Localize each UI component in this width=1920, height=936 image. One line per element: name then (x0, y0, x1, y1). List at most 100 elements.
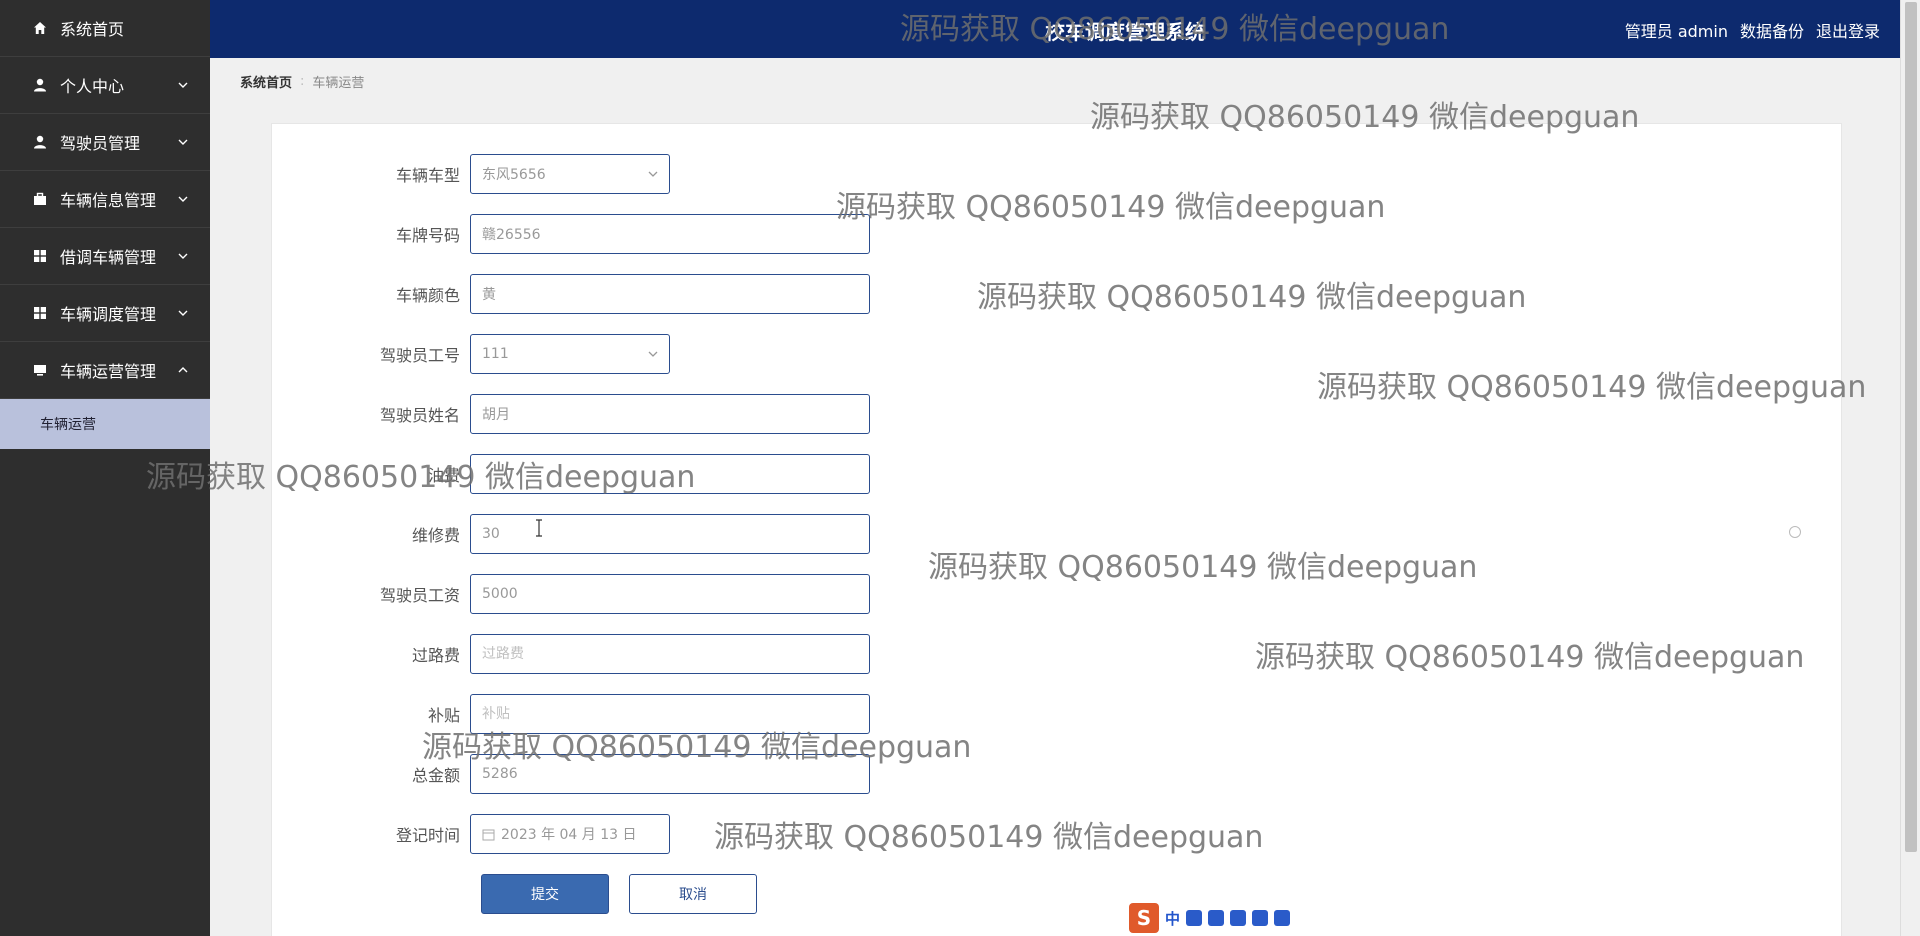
toolbox-icon[interactable] (1274, 910, 1291, 926)
form-row-subsidy: 补贴 (300, 694, 870, 734)
driver-salary-wrap (470, 574, 870, 614)
form-row-vehicle-color: 车辆颜色 (300, 274, 870, 314)
driver-name-input[interactable] (482, 406, 869, 422)
sidebar: 系统首页 个人中心 驾驶员管理 车辆信息管理 借调车辆管理 车辆调度管理 车辆运… (0, 0, 210, 936)
toll-fee-input[interactable] (482, 646, 869, 662)
text-cursor-icon (536, 519, 542, 537)
form-row-toll-fee: 过路费 (300, 634, 870, 674)
chevron-down-icon (178, 82, 188, 88)
field-label: 车辆车型 (395, 166, 460, 185)
subsidy-input[interactable] (482, 706, 869, 722)
sidebar-item-label: 系统首页 (60, 20, 125, 39)
form-row-driver-id: 驾驶员工号 111 (300, 334, 670, 374)
vehicle-model-select[interactable]: 东风5656 (470, 154, 670, 194)
vehicle-color-input[interactable] (482, 286, 869, 302)
field-label: 车牌号码 (395, 226, 460, 245)
sidebar-subitem-vehicle-operation[interactable]: 车辆运营 (0, 399, 210, 449)
register-date-picker[interactable]: 2023 年 04 月 13 日 (470, 814, 670, 854)
submit-button[interactable]: 提交 (481, 874, 609, 914)
field-label: 总金额 (411, 766, 460, 785)
total-amount-wrap (470, 754, 870, 794)
ime-mode[interactable]: 中 (1165, 908, 1180, 929)
page-scrollbar[interactable] (1900, 0, 1920, 936)
breadcrumb-home[interactable]: 系统首页 (240, 72, 292, 91)
sidebar-item-vehicle-info[interactable]: 车辆信息管理 (0, 171, 210, 228)
fuel-cost-wrap (470, 454, 870, 494)
field-label: 驾驶员工资 (379, 586, 460, 605)
breadcrumb-current: 车辆运营 (312, 76, 365, 91)
monitor-icon (32, 362, 48, 378)
chevron-down-icon (178, 253, 188, 259)
keyboard-icon[interactable] (1230, 910, 1247, 926)
form-row-vehicle-model: 车辆车型 东风5656 (300, 154, 670, 194)
scrollbar-thumb[interactable] (1905, 2, 1917, 852)
chevron-down-icon (648, 171, 658, 177)
sidebar-item-operations[interactable]: 车辆运营管理 (0, 342, 210, 399)
fuel-cost-input[interactable] (482, 466, 869, 482)
close-dot-icon[interactable] (1789, 526, 1801, 538)
driver-id-select[interactable]: 111 (470, 334, 670, 374)
chevron-down-icon (648, 351, 658, 357)
sidebar-item-driver-management[interactable]: 驾驶员管理 (0, 114, 210, 171)
logout-link[interactable]: 退出登录 (1816, 18, 1880, 42)
field-label: 驾驶员姓名 (379, 406, 460, 425)
ime-logo[interactable]: S (1129, 903, 1159, 933)
backup-link[interactable]: 数据备份 (1740, 18, 1804, 42)
subsidy-wrap (470, 694, 870, 734)
plate-number-input[interactable] (482, 226, 869, 242)
total-amount-input[interactable] (482, 766, 869, 782)
field-label: 驾驶员工号 (379, 346, 460, 365)
briefcase-icon (32, 191, 48, 207)
chevron-down-icon (178, 310, 188, 316)
sidebar-item-label: 车辆调度管理 (60, 305, 157, 324)
chevron-down-icon (178, 196, 188, 202)
ime-toolbar[interactable]: S 中 (1127, 903, 1307, 933)
sidebar-item-label: 车辆信息管理 (60, 191, 157, 210)
form-row-driver-salary: 驾驶员工资 (300, 574, 870, 614)
field-label: 维修费 (411, 526, 460, 545)
sidebar-item-label: 驾驶员管理 (60, 134, 141, 153)
home-icon (32, 20, 48, 36)
grid-icon (32, 305, 48, 321)
chevron-down-icon (178, 139, 188, 145)
form-row-total-amount: 总金额 (300, 754, 870, 794)
breadcrumb-separator: : (300, 74, 305, 89)
person-icon (32, 77, 48, 93)
sidebar-item-dispatch[interactable]: 车辆调度管理 (0, 285, 210, 342)
driver-name-wrap (470, 394, 870, 434)
cancel-button[interactable]: 取消 (629, 874, 757, 914)
form-row-driver-name: 驾驶员姓名 (300, 394, 870, 434)
microphone-icon[interactable] (1208, 910, 1225, 926)
plate-number-wrap (470, 214, 870, 254)
form-row-plate-number: 车牌号码 (300, 214, 870, 254)
field-label: 车辆颜色 (395, 286, 460, 305)
person-icon (32, 134, 48, 150)
sidebar-item-label: 借调车辆管理 (60, 248, 157, 267)
driver-salary-input[interactable] (482, 586, 869, 602)
field-label: 油费 (427, 466, 460, 485)
vehicle-color-wrap (470, 274, 870, 314)
grid-icon (32, 248, 48, 264)
punctuation-icon[interactable] (1186, 910, 1203, 926)
calendar-icon (482, 829, 495, 840)
sidebar-item-home[interactable]: 系统首页 (0, 0, 210, 57)
form-row-repair-cost: 维修费 (300, 514, 870, 554)
sidebar-item-label: 个人中心 (60, 77, 125, 96)
field-label: 过路费 (411, 646, 460, 665)
date-value: 2023 年 04 月 13 日 (501, 827, 637, 843)
toll-fee-wrap (470, 634, 870, 674)
breadcrumb: 系统首页 : 车辆运营 (240, 72, 364, 91)
header-actions: 管理员 admin 数据备份 退出登录 (1625, 18, 1880, 42)
sidebar-item-borrowed-vehicles[interactable]: 借调车辆管理 (0, 228, 210, 285)
user-label[interactable]: 管理员 admin (1625, 18, 1728, 42)
form-row-register-time: 登记时间 2023 年 04 月 13 日 (300, 814, 670, 854)
skin-icon[interactable] (1252, 910, 1269, 926)
select-value: 东风5656 (482, 167, 546, 183)
repair-cost-wrap (470, 514, 870, 554)
sidebar-subitem-label: 车辆运营 (40, 417, 96, 433)
select-value: 111 (482, 346, 509, 362)
sidebar-item-personal-center[interactable]: 个人中心 (0, 57, 210, 114)
chevron-up-icon (178, 367, 188, 373)
form-row-fuel-cost: 油费 (300, 454, 870, 494)
top-header: 校车调度管理系统 管理员 admin 数据备份 退出登录 (210, 0, 1900, 58)
